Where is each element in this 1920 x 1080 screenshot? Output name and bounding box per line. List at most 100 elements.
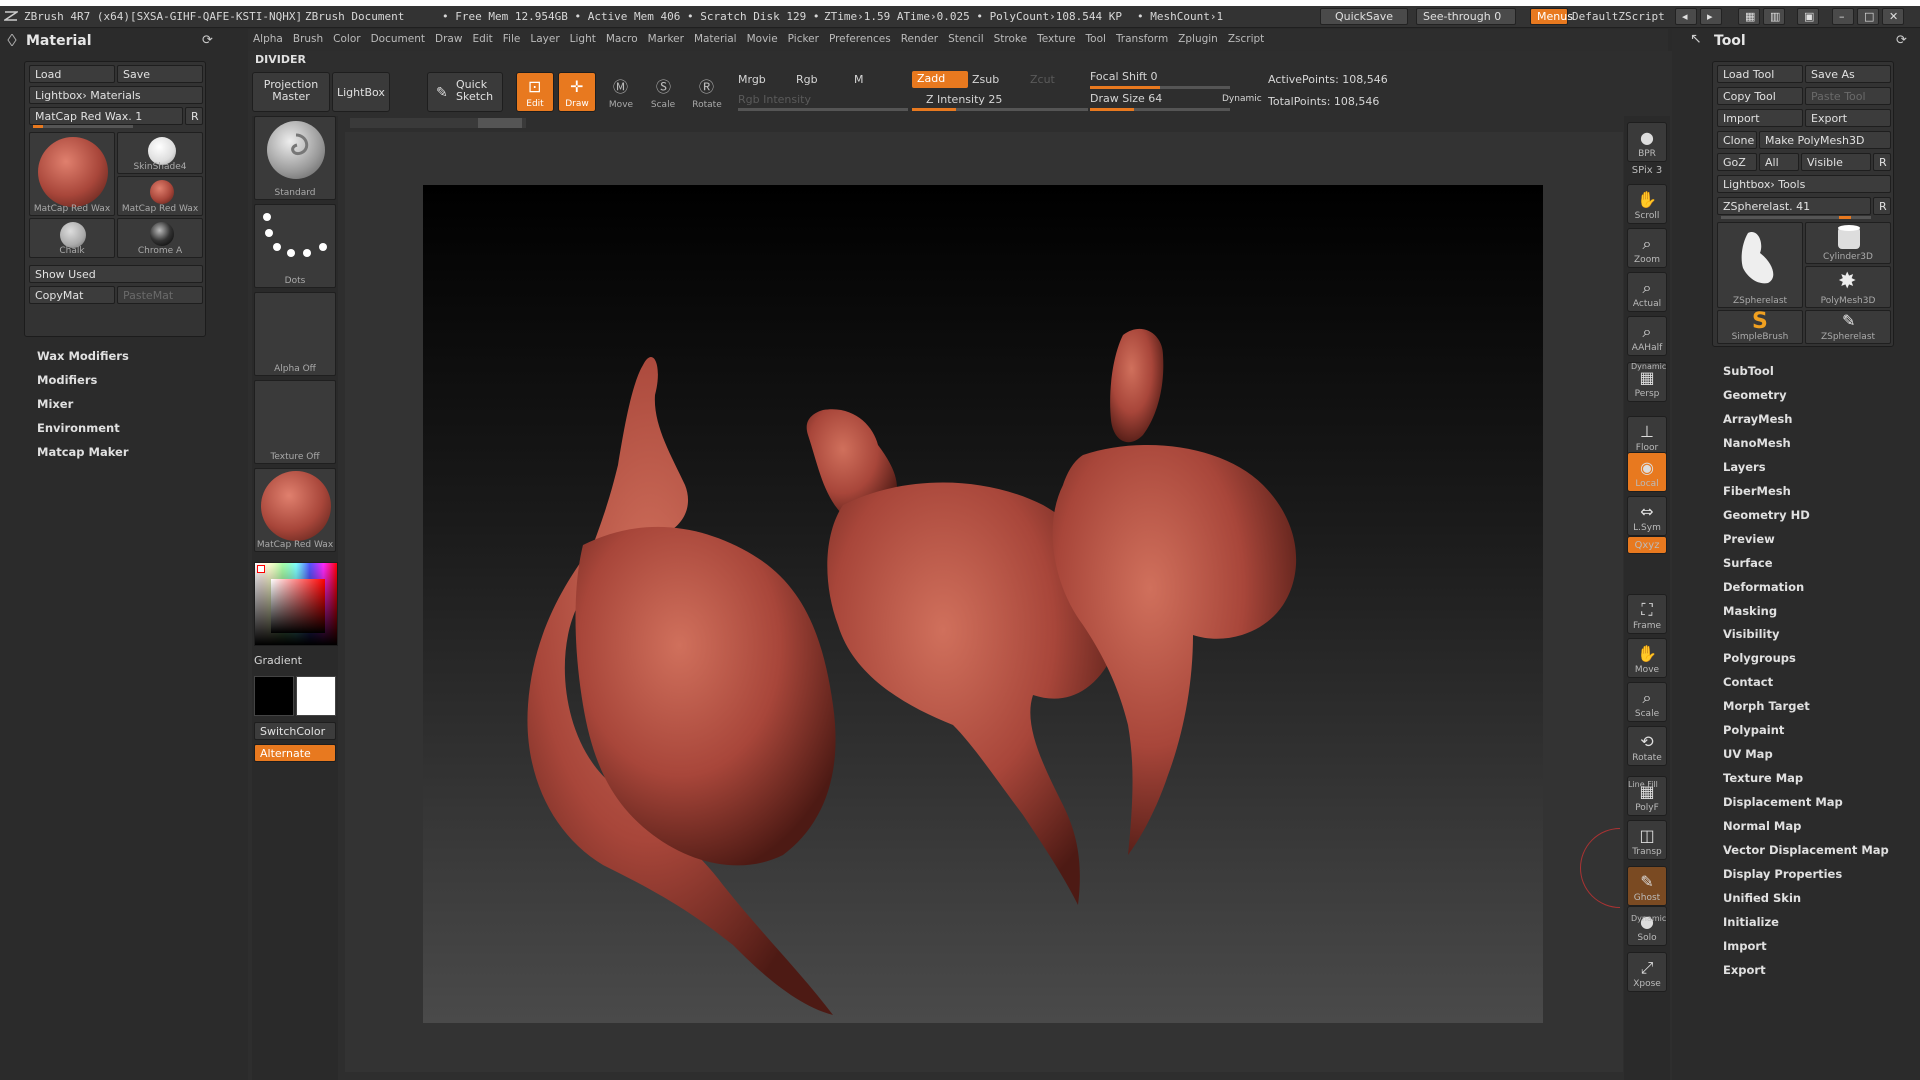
material-slot-2[interactable]: SkinShade4 (117, 132, 203, 174)
clone-button[interactable]: Clone (1717, 131, 1757, 149)
zoom-button[interactable]: ⌕ Zoom (1627, 228, 1667, 268)
menu-document[interactable]: Document (366, 29, 430, 49)
solo-button[interactable]: ● Solo (1627, 906, 1667, 946)
material-r-button[interactable]: R (185, 107, 203, 125)
mrgb-button[interactable]: Mrgb (738, 73, 766, 86)
color-picker-square[interactable] (271, 579, 325, 633)
tool-nav-contact[interactable]: Contact (1723, 675, 1773, 689)
menu-edit[interactable]: Edit (467, 29, 497, 49)
current-material-slider[interactable]: MatCap Red Wax. 1 (29, 107, 183, 125)
brush-selector[interactable]: Standard (254, 116, 336, 200)
document-canvas[interactable] (423, 185, 1543, 1023)
material-nav-wax-modifiers[interactable]: Wax Modifiers (37, 349, 129, 363)
tool-nav-geometry[interactable]: Geometry (1723, 388, 1787, 402)
menus-toggle[interactable]: Menus (1530, 8, 1573, 25)
layout-icon[interactable]: ▦ (1738, 8, 1760, 25)
z-intensity-slider[interactable]: Z Intensity 25 (926, 93, 1002, 106)
goz-button[interactable]: GoZ (1717, 153, 1757, 171)
dynamic-toggle[interactable]: Dynamic (1222, 94, 1262, 104)
gradient-label[interactable]: Gradient (254, 654, 302, 667)
tool-nav-masking[interactable]: Masking (1723, 604, 1777, 618)
focal-shift-slider[interactable]: Focal Shift 0 (1090, 70, 1158, 83)
ghost-button[interactable]: ✎ Ghost (1627, 866, 1667, 906)
tool-nav-morph-target[interactable]: Morph Target (1723, 699, 1810, 713)
menu-macro[interactable]: Macro (601, 29, 643, 49)
material-selector[interactable]: MatCap Red Wax (254, 468, 336, 552)
rotate-button[interactable]: ⟲ Rotate (1627, 726, 1667, 766)
layout-next-icon[interactable]: ▸ (1700, 8, 1722, 25)
move-button[interactable]: ✋ Move (1627, 638, 1667, 678)
show-used-button[interactable]: Show Used (29, 265, 203, 283)
material-nav-modifiers[interactable]: Modifiers (37, 373, 97, 387)
main-color-swatch[interactable] (296, 676, 336, 716)
make-polymesh-button[interactable]: Make PolyMesh3D (1759, 131, 1891, 149)
zsub-button[interactable]: Zsub (972, 73, 999, 86)
xpose-button[interactable]: ⤢ Xpose (1627, 952, 1667, 992)
canvas-scroll-thumb[interactable] (478, 118, 522, 128)
tool-slot-polymesh[interactable]: ✸ PolyMesh3D (1805, 266, 1891, 308)
ui-icon[interactable]: ▥ (1763, 8, 1785, 25)
goz-visible-button[interactable]: Visible (1801, 153, 1871, 171)
menu-zplugin[interactable]: Zplugin (1173, 29, 1223, 49)
quick-sketch-button[interactable]: ✎ Quick Sketch (427, 72, 503, 112)
local-button[interactable]: ◉ Local (1627, 452, 1667, 492)
tool-nav-polygroups[interactable]: Polygroups (1723, 651, 1796, 665)
menu-tool[interactable]: Tool (1081, 29, 1111, 49)
tool-nav-texture-map[interactable]: Texture Map (1723, 771, 1803, 785)
rgb-button[interactable]: Rgb (796, 73, 818, 86)
menu-texture[interactable]: Texture (1032, 29, 1080, 49)
tool-slot-zspherelast[interactable]: ZSpherelast (1717, 222, 1803, 308)
tool-nav-polypaint[interactable]: Polypaint (1723, 723, 1784, 737)
default-zscript[interactable]: DefaultZScript (1572, 10, 1665, 23)
panel-arrow-icon[interactable]: ↖ (1690, 31, 1702, 47)
minimize-icon[interactable]: – (1832, 8, 1854, 25)
material-slot-1[interactable]: MatCap Red Wax (29, 132, 115, 216)
tool-r-button[interactable]: R (1873, 197, 1891, 215)
tool-nav-layers[interactable]: Layers (1723, 460, 1766, 474)
canvas-scroll-bar[interactable] (350, 118, 526, 128)
lightbox-button[interactable]: LightBox (332, 72, 390, 112)
material-slot-4[interactable]: Chalk (29, 218, 115, 258)
paste-tool-button[interactable]: Paste Tool (1805, 87, 1891, 105)
menu-stroke[interactable]: Stroke (989, 29, 1032, 49)
menu-layer[interactable]: Layer (525, 29, 564, 49)
switchcolor-button[interactable]: SwitchColor (254, 722, 336, 740)
goz-all-button[interactable]: All (1759, 153, 1799, 171)
menu-material[interactable]: Material (689, 29, 742, 49)
menu-preferences[interactable]: Preferences (824, 29, 896, 49)
refresh-icon[interactable]: ⟳ (202, 33, 213, 48)
spix-button[interactable]: SPix 3 (1627, 162, 1667, 180)
menu-transform[interactable]: Transform (1111, 29, 1173, 49)
tool-nav-vector-displacement-map[interactable]: Vector Displacement Map (1723, 843, 1889, 857)
tool-nav-initialize[interactable]: Initialize (1723, 915, 1779, 929)
see-through-slider[interactable]: See-through 0 (1416, 8, 1516, 25)
export-tool-button[interactable]: Export (1805, 109, 1891, 127)
material-nav-matcap-maker[interactable]: Matcap Maker (37, 445, 129, 459)
menu-brush[interactable]: Brush (288, 29, 328, 49)
menu-alpha[interactable]: Alpha (248, 29, 288, 49)
import-tool-button[interactable]: Import (1717, 109, 1803, 127)
tool-slot-zspherelast-2[interactable]: ✎ ZSpherelast (1805, 310, 1891, 344)
zadd-button[interactable]: Zadd (912, 71, 968, 88)
stroke-selector[interactable]: Dots (254, 204, 336, 288)
tool-nav-preview[interactable]: Preview (1723, 532, 1775, 546)
edit-mode-button[interactable]: ⊡ Edit (516, 72, 554, 112)
tool-nav-normal-map[interactable]: Normal Map (1723, 819, 1801, 833)
goz-r-button[interactable]: R (1873, 153, 1891, 171)
menu-light[interactable]: Light (565, 29, 601, 49)
tool-nav-deformation[interactable]: Deformation (1723, 580, 1804, 594)
material-slot-3[interactable]: MatCap Red Wax (117, 176, 203, 216)
current-tool-slider[interactable]: ZSpherelast. 41 (1717, 197, 1871, 215)
menu-draw[interactable]: Draw (430, 29, 467, 49)
frame-button[interactable]: ⛶ Frame (1627, 594, 1667, 634)
menu-file[interactable]: File (498, 29, 526, 49)
texture-selector[interactable]: Texture Off (254, 380, 336, 464)
pastemat-button[interactable]: PasteMat (117, 286, 203, 304)
m-button[interactable]: M (854, 73, 864, 86)
panel-pin-icon[interactable] (6, 33, 18, 47)
lightbox-tools-button[interactable]: Lightbox› Tools (1717, 175, 1891, 193)
tool-nav-fibermesh[interactable]: FiberMesh (1723, 484, 1791, 498)
menu-zscript[interactable]: Zscript (1223, 29, 1269, 49)
floor-button[interactable]: ⊥ Floor (1627, 416, 1667, 456)
save-as-button[interactable]: Save As (1805, 65, 1891, 83)
